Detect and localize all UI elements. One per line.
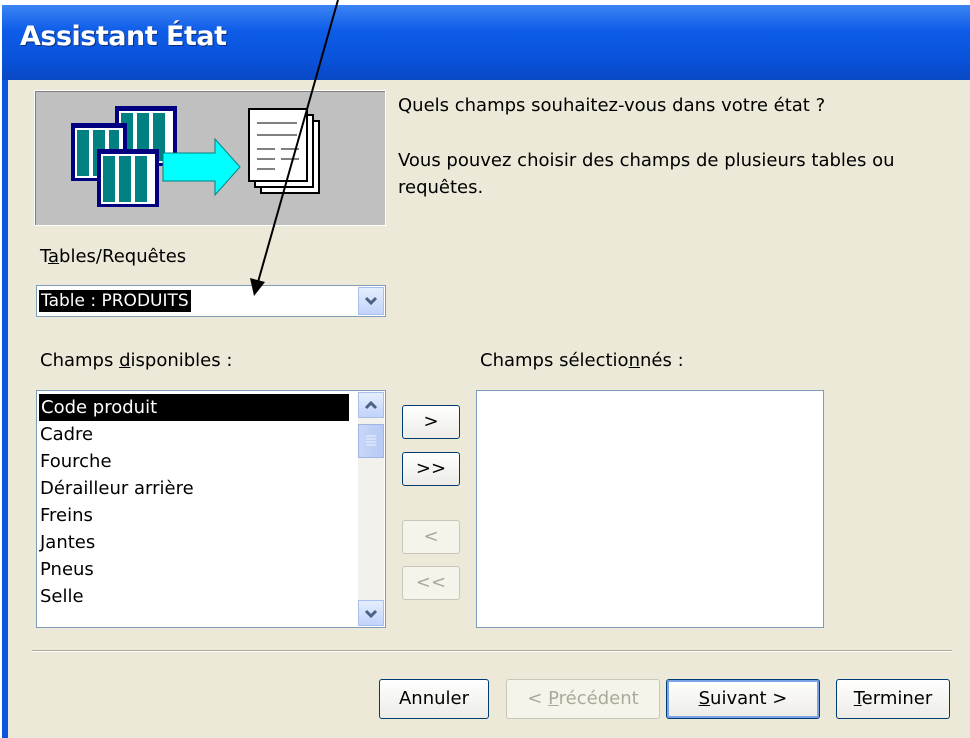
annotation-arrow xyxy=(250,0,339,296)
